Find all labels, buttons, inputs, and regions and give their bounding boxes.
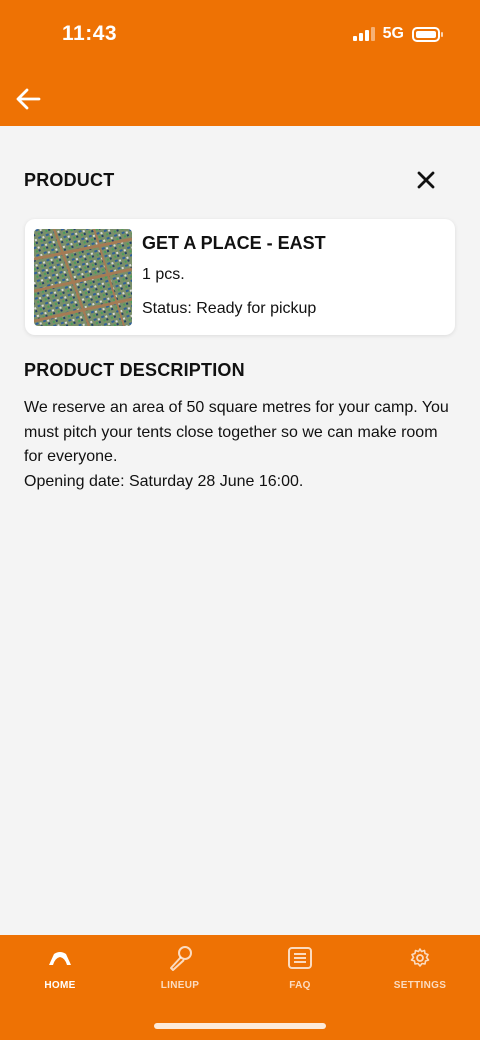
arrow-left-icon	[16, 88, 41, 110]
product-section-title: PRODUCT	[24, 170, 115, 190]
network-label: 5G	[382, 25, 404, 42]
tab-lineup[interactable]: LINEUP	[120, 935, 240, 1005]
battery-icon	[412, 26, 443, 42]
back-button[interactable]	[12, 84, 44, 114]
product-description: We reserve an area of 50 square metres f…	[24, 396, 454, 494]
tab-faq[interactable]: FAQ	[240, 935, 360, 1005]
close-button[interactable]	[412, 166, 440, 194]
list-document-icon	[280, 944, 320, 972]
product-name: GET A PLACE - EAST	[142, 233, 326, 253]
tab-settings-label: SETTINGS	[393, 980, 447, 991]
tab-lineup-label: LINEUP	[160, 980, 200, 991]
product-image	[34, 229, 132, 326]
tab-home-label: HOME	[44, 980, 76, 991]
description-opening-date: Opening date: Saturday 28 June 16:00.	[24, 472, 304, 490]
header-bar: 11:43 5G	[0, 0, 480, 126]
tab-home[interactable]: HOME	[0, 935, 120, 1005]
home-indicator[interactable]	[154, 1023, 326, 1029]
home-tent-icon	[40, 944, 80, 972]
tab-faq-label: FAQ	[289, 980, 311, 991]
app-screen: 11:43 5G PRODUCT GET A PLACE - EAST 1 pc…	[0, 0, 480, 1040]
status-indicators: 5G	[352, 25, 443, 43]
description-paragraph: We reserve an area of 50 square metres f…	[24, 399, 449, 465]
product-quantity: 1 pcs.	[142, 266, 185, 283]
signal-icon	[352, 27, 375, 41]
product-card[interactable]: GET A PLACE - EAST 1 pcs. Status: Ready …	[25, 219, 455, 335]
status-time: 11:43	[62, 22, 118, 45]
description-section-title: PRODUCT DESCRIPTION	[24, 360, 245, 380]
close-x-icon	[417, 171, 435, 189]
product-status: Status: Ready for pickup	[142, 300, 317, 317]
gear-icon	[400, 944, 440, 972]
microphone-icon	[160, 944, 200, 972]
tab-settings[interactable]: SETTINGS	[360, 935, 480, 1005]
